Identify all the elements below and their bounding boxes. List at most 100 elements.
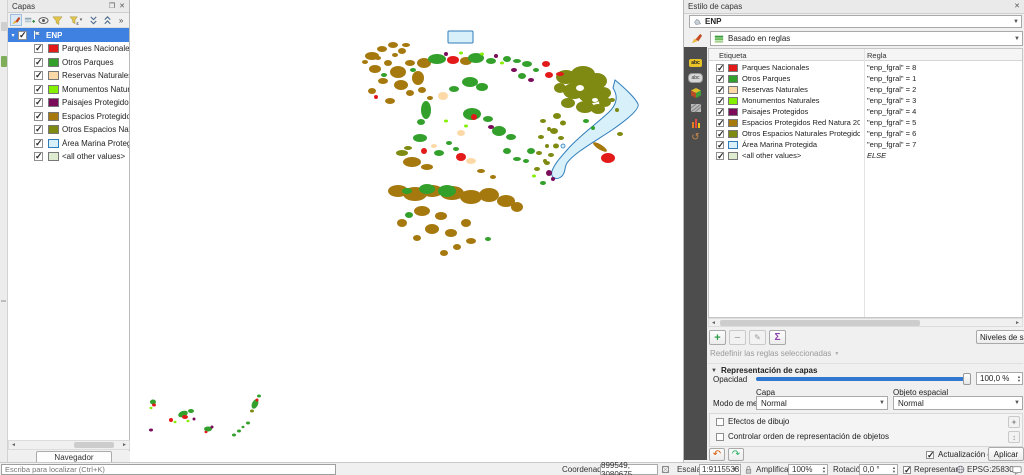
expand-all-button[interactable] bbox=[87, 14, 99, 26]
blend-layer-combo[interactable]: Normal ▼ bbox=[756, 396, 888, 410]
legend-item[interactable]: Reservas Naturales bbox=[8, 69, 129, 83]
map-canvas[interactable] bbox=[130, 0, 683, 462]
legend-checkbox[interactable] bbox=[34, 43, 43, 54]
legend-checkbox[interactable] bbox=[34, 84, 43, 95]
rule-checkbox[interactable] bbox=[716, 140, 725, 151]
symbol-levels-button[interactable]: Niveles de símbolos... bbox=[976, 330, 1024, 344]
rule-row[interactable]: Parques Nacionales "enp_fgral" = 8 bbox=[709, 62, 1022, 74]
collapse-all-button[interactable] bbox=[101, 14, 113, 26]
opacity-slider-handle[interactable] bbox=[963, 373, 971, 385]
scale-combo[interactable]: 1:9115533 ▼ bbox=[699, 464, 741, 475]
order-settings-button[interactable]: ↕ bbox=[1008, 431, 1020, 443]
rule-row[interactable]: Otros Espacios Naturales Protegidos "enp… bbox=[709, 128, 1022, 140]
legend-checkbox[interactable] bbox=[34, 70, 43, 81]
scroll-thumb[interactable] bbox=[720, 319, 920, 326]
live-update-checkbox[interactable] bbox=[926, 450, 935, 461]
legend-item[interactable]: Área Marina Protegida bbox=[8, 137, 129, 151]
edit-rule-button[interactable]: ✎ bbox=[749, 330, 766, 345]
customize-effects-button[interactable]: ✦ bbox=[1008, 416, 1020, 428]
legend-checkbox[interactable] bbox=[34, 111, 43, 122]
layers-horizontal-scrollbar[interactable]: ◄ ► bbox=[8, 440, 130, 450]
draw-effects-row[interactable]: Efectos de dibujo bbox=[716, 417, 789, 426]
add-rule-button[interactable]: + bbox=[709, 330, 726, 345]
render-toggle[interactable]: Representar bbox=[903, 463, 958, 475]
close-icon[interactable]: ✕ bbox=[1014, 3, 1020, 10]
rule-row[interactable]: <all other values> ELSE bbox=[709, 150, 1022, 162]
control-order-checkbox[interactable] bbox=[716, 432, 724, 441]
extents-toggle-icon[interactable] bbox=[661, 463, 670, 475]
count-features-button[interactable]: Σ bbox=[769, 330, 786, 345]
scroll-left-icon[interactable]: ◄ bbox=[709, 319, 718, 327]
legend-checkbox[interactable] bbox=[34, 97, 43, 108]
symbology-tab-active[interactable] bbox=[687, 31, 706, 46]
rule-checkbox[interactable] bbox=[716, 74, 725, 85]
scroll-thumb[interactable] bbox=[74, 442, 114, 448]
filter-legend-button[interactable] bbox=[52, 14, 64, 26]
messages-icon[interactable] bbox=[1012, 463, 1022, 475]
toolbar-overflow-icon[interactable]: » bbox=[115, 14, 127, 26]
refine-rules-button[interactable]: Redefinir las reglas seleccionadas ▼ bbox=[710, 349, 839, 358]
rule-checkbox[interactable] bbox=[716, 96, 725, 107]
column-header-regla[interactable]: Regla bbox=[867, 51, 887, 60]
draw-effects-checkbox[interactable] bbox=[716, 417, 724, 426]
layer-item-enp[interactable]: ▾ ENP bbox=[8, 28, 129, 42]
render-checkbox[interactable] bbox=[903, 465, 912, 475]
callouts-tab[interactable]: abc bbox=[684, 70, 707, 85]
rule-row[interactable]: Monumentos Naturales "enp_fgral" = 3 bbox=[709, 95, 1022, 107]
rule-checkbox[interactable] bbox=[716, 85, 725, 96]
legend-checkbox[interactable] bbox=[34, 124, 43, 135]
filter-legend-by-expression-button[interactable]: ε ▾ bbox=[66, 14, 86, 26]
labels-tab[interactable]: abc bbox=[684, 55, 707, 70]
legend-item[interactable]: Otros Espacios Naturales Protegidos bbox=[8, 123, 129, 137]
redo-button[interactable]: ↷ bbox=[728, 448, 744, 461]
legend-checkbox[interactable] bbox=[34, 138, 43, 149]
layer-visibility-checkbox[interactable] bbox=[18, 30, 27, 41]
coordinate-input[interactable]: 899549, 3080675 bbox=[600, 461, 658, 475]
rule-checkbox[interactable] bbox=[716, 118, 725, 129]
add-group-button[interactable] bbox=[24, 14, 36, 26]
scroll-right-icon[interactable]: ► bbox=[120, 441, 129, 449]
legend-item[interactable]: Otros Parques bbox=[8, 56, 129, 70]
crs-globe-icon[interactable] bbox=[956, 463, 965, 475]
apply-button[interactable]: Aplicar bbox=[988, 447, 1024, 461]
rule-row[interactable]: Área Marina Protegida "enp_fgral" = 7 bbox=[709, 139, 1022, 151]
layer-selector-combo[interactable]: ENP ▼ bbox=[689, 15, 1022, 28]
scroll-right-icon[interactable]: ► bbox=[1013, 319, 1022, 327]
legend-item[interactable]: Espacios Protegidos Red Natura 2000 bbox=[8, 110, 129, 124]
lock-scale-icon[interactable] bbox=[744, 463, 753, 475]
undo-button[interactable]: ↶ bbox=[709, 448, 725, 461]
layer-rendering-section-header[interactable]: ▼ Representación de capas bbox=[711, 366, 817, 375]
manage-map-themes-button[interactable] bbox=[38, 14, 50, 26]
legend-item[interactable]: Monumentos Naturales bbox=[8, 83, 129, 97]
locator-search-input[interactable] bbox=[1, 464, 336, 475]
3d-view-tab[interactable] bbox=[684, 85, 707, 100]
rule-checkbox[interactable] bbox=[716, 107, 725, 118]
spin-down-icon[interactable]: ▼ bbox=[822, 469, 826, 474]
legend-checkbox[interactable] bbox=[34, 57, 43, 68]
undock-icon[interactable]: ❐ bbox=[109, 3, 115, 10]
spin-down-icon[interactable]: ▼ bbox=[892, 469, 896, 474]
legend-item[interactable]: <all other values> bbox=[8, 150, 129, 164]
rotation-spinbox[interactable]: 0,0 ° ▲ ▼ bbox=[859, 464, 898, 475]
expander-icon[interactable]: ▾ bbox=[8, 32, 18, 39]
legend-checkbox[interactable] bbox=[34, 151, 43, 162]
rule-row[interactable]: Espacios Protegidos Red Natura 2000 "enp… bbox=[709, 117, 1022, 129]
magnifier-spinbox[interactable]: 100% ▲ ▼ bbox=[788, 464, 828, 475]
crs-label[interactable]: EPSG:25830 bbox=[967, 463, 1014, 475]
rule-row[interactable]: Paisajes Protegidos "enp_fgral" = 4 bbox=[709, 106, 1022, 118]
rule-row[interactable]: Otros Parques "enp_fgral" = 1 bbox=[709, 73, 1022, 85]
history-tab[interactable]: ↺ bbox=[684, 130, 707, 145]
renderer-combo[interactable]: Basado en reglas ▼ bbox=[710, 31, 1023, 46]
rule-row[interactable]: Reservas Naturales "enp_fgral" = 2 bbox=[709, 84, 1022, 96]
diagrams-tab[interactable] bbox=[684, 115, 707, 130]
rule-checkbox[interactable] bbox=[716, 129, 725, 140]
open-layer-styling-button[interactable] bbox=[10, 14, 22, 26]
control-order-row[interactable]: Controlar orden de representación de obj… bbox=[716, 432, 889, 441]
remove-rule-button[interactable]: − bbox=[729, 330, 746, 345]
blend-feature-combo[interactable]: Normal ▼ bbox=[893, 396, 1023, 410]
rules-horizontal-scrollbar[interactable]: ◄ ► bbox=[708, 318, 1023, 327]
column-header-etiqueta[interactable]: Etiqueta bbox=[719, 51, 747, 60]
opacity-spinbox[interactable]: 100,0 % ▲ ▼ bbox=[976, 372, 1023, 385]
spin-down-icon[interactable]: ▼ bbox=[1017, 378, 1021, 383]
rule-checkbox[interactable] bbox=[716, 151, 725, 162]
